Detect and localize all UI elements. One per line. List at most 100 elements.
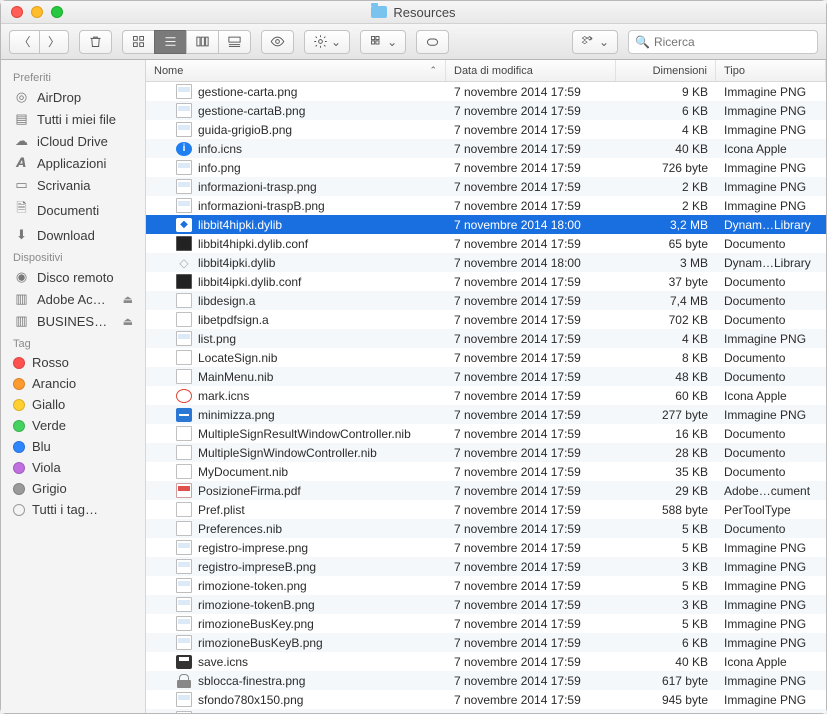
arrange-button[interactable]: ⌄ xyxy=(360,30,406,54)
sidebar-item[interactable]: ◎AirDrop xyxy=(1,86,145,108)
sidebar-item[interactable]: Rosso xyxy=(1,352,145,373)
table-row[interactable]: rimozioneBusKeyB.png7 novembre 2014 17:5… xyxy=(146,633,826,652)
table-row[interactable]: registro-imprese.png7 novembre 2014 17:5… xyxy=(146,538,826,557)
sidebar-item[interactable]: ▥BUSINES…⏏ xyxy=(1,310,145,332)
table-row[interactable]: LocateSign.nib7 novembre 2014 17:598 KBD… xyxy=(146,348,826,367)
table-row[interactable]: mark.icns7 novembre 2014 17:5960 KBIcona… xyxy=(146,386,826,405)
sidebar-item[interactable]: ▥Adobe Ac…⏏ xyxy=(1,288,145,310)
table-row[interactable]: sblocca-finestra.png7 novembre 2014 17:5… xyxy=(146,671,826,690)
file-kind: Dynam…Library xyxy=(716,218,826,232)
rows-container[interactable]: gestione-carta.png7 novembre 2014 17:599… xyxy=(146,82,826,713)
minimize-button[interactable] xyxy=(31,6,43,18)
sidebar-item[interactable]: Viola xyxy=(1,457,145,478)
table-row[interactable]: MainMenu.nib7 novembre 2014 17:5948 KBDo… xyxy=(146,367,826,386)
col-date[interactable]: Data di modifica xyxy=(446,60,616,81)
file-name: info.icns xyxy=(198,142,242,156)
dropbox-button[interactable]: ⌄ xyxy=(572,30,618,54)
table-row[interactable]: MultipleSignWindowController.nib7 novemb… xyxy=(146,443,826,462)
col-kind[interactable]: Tipo xyxy=(716,60,826,81)
table-row[interactable]: libbit4hipki.dylib.conf7 novembre 2014 1… xyxy=(146,234,826,253)
eject-icon[interactable]: ⏏ xyxy=(123,293,133,306)
table-row[interactable]: PosizioneFirma.pdf7 novembre 2014 17:592… xyxy=(146,481,826,500)
coverflow-view-button[interactable] xyxy=(218,30,251,54)
sidebar-item[interactable]: ◉Disco remoto xyxy=(1,266,145,288)
sidebar-item-label: BUSINES… xyxy=(37,314,107,329)
file-kind: Documento xyxy=(716,427,826,441)
table-row[interactable]: libdesign.a7 novembre 2014 17:597,4 MBDo… xyxy=(146,291,826,310)
sidebar-item[interactable]: Arancio xyxy=(1,373,145,394)
table-row[interactable]: guida-grigioB.png7 novembre 2014 17:594 … xyxy=(146,120,826,139)
file-icon xyxy=(176,274,192,289)
table-row[interactable]: informazioni-traspB.png7 novembre 2014 1… xyxy=(146,196,826,215)
file-size: 29 KB xyxy=(616,484,716,498)
tag-dot-icon xyxy=(13,420,25,432)
search-icon: 🔍 xyxy=(635,35,650,49)
window-controls xyxy=(11,6,63,18)
list-view-button[interactable] xyxy=(154,30,186,54)
file-size: 2 KB xyxy=(616,712,716,714)
sidebar-item[interactable]: Blu xyxy=(1,436,145,457)
file-date: 7 novembre 2014 17:59 xyxy=(446,180,616,194)
arrange-icon xyxy=(369,34,384,49)
column-view-button[interactable] xyxy=(186,30,218,54)
table-row[interactable]: MultipleSignResultWindowController.nib7 … xyxy=(146,424,826,443)
table-row[interactable]: info.png7 novembre 2014 17:59726 byteImm… xyxy=(146,158,826,177)
action-button[interactable]: ⌄ xyxy=(304,30,350,54)
table-row[interactable]: iinfo.icns7 novembre 2014 17:5940 KBIcon… xyxy=(146,139,826,158)
table-row[interactable]: gestione-carta.png7 novembre 2014 17:599… xyxy=(146,82,826,101)
sidebar-item[interactable]: Grigio xyxy=(1,478,145,499)
table-row[interactable]: registro-impreseB.png7 novembre 2014 17:… xyxy=(146,557,826,576)
sidebar-item[interactable]: ☁iCloud Drive xyxy=(1,130,145,152)
col-size[interactable]: Dimensioni xyxy=(616,60,716,81)
back-button[interactable]: 〈 xyxy=(9,30,39,54)
sidebar-item[interactable]: Tutti i tag… xyxy=(1,499,145,520)
nav-buttons: 〈 〉 xyxy=(9,30,69,54)
sidebar-item[interactable]: 𝘼Applicazioni xyxy=(1,152,145,174)
sidebar-item[interactable]: ⬇Download xyxy=(1,224,145,246)
table-row[interactable]: sfondo780x150.png7 novembre 2014 17:5994… xyxy=(146,690,826,709)
sidebar-item[interactable]: ▤Tutti i miei file xyxy=(1,108,145,130)
eject-icon[interactable]: ⏏ xyxy=(123,315,133,328)
quicklook-button[interactable] xyxy=(261,30,294,54)
file-icon xyxy=(176,502,192,517)
sidebar-item[interactable]: Giallo xyxy=(1,394,145,415)
table-row[interactable]: informazioni-trasp.png7 novembre 2014 17… xyxy=(146,177,826,196)
sidebar-item-label: Tutti i tag… xyxy=(32,502,98,517)
tag-button[interactable] xyxy=(416,30,449,54)
table-row[interactable]: libetpdfsign.a7 novembre 2014 17:59702 K… xyxy=(146,310,826,329)
file-name: rimozioneBusKeyB.png xyxy=(198,636,323,650)
table-row[interactable]: ◆libbit4hipki.dylib7 novembre 2014 18:00… xyxy=(146,215,826,234)
trash-button[interactable] xyxy=(79,30,112,54)
sidebar-section-header: Dispositivi xyxy=(1,246,145,266)
file-list: Nome⌃ Data di modifica Dimensioni Tipo g… xyxy=(146,60,826,713)
icon-view-button[interactable] xyxy=(122,30,154,54)
table-row[interactable]: minimizza.png7 novembre 2014 17:59277 by… xyxy=(146,405,826,424)
table-row[interactable]: list.png7 novembre 2014 17:594 KBImmagin… xyxy=(146,329,826,348)
table-row[interactable]: sfondo780x290.png7 novembre 2014 17:592 … xyxy=(146,709,826,713)
table-row[interactable]: rimozioneBusKey.png7 novembre 2014 17:59… xyxy=(146,614,826,633)
table-row[interactable]: rimozione-tokenB.png7 novembre 2014 17:5… xyxy=(146,595,826,614)
file-date: 7 novembre 2014 17:59 xyxy=(446,655,616,669)
table-row[interactable]: rimozione-token.png7 novembre 2014 17:59… xyxy=(146,576,826,595)
file-date: 7 novembre 2014 17:59 xyxy=(446,408,616,422)
table-row[interactable]: MyDocument.nib7 novembre 2014 17:5935 KB… xyxy=(146,462,826,481)
chevron-down-icon: ⌄ xyxy=(387,35,397,49)
table-row[interactable]: Preferences.nib7 novembre 2014 17:595 KB… xyxy=(146,519,826,538)
sidebar-item[interactable]: 🗎Documenti xyxy=(1,196,145,224)
sidebar-item[interactable]: ▭Scrivania xyxy=(1,174,145,196)
table-row[interactable]: save.icns7 novembre 2014 17:5940 KBIcona… xyxy=(146,652,826,671)
table-row[interactable]: libbit4ipki.dylib.conf7 novembre 2014 17… xyxy=(146,272,826,291)
file-size: 35 KB xyxy=(616,465,716,479)
table-row[interactable]: Pref.plist7 novembre 2014 17:59588 byteP… xyxy=(146,500,826,519)
forward-button[interactable]: 〉 xyxy=(39,30,69,54)
table-row[interactable]: ◇libbit4ipki.dylib7 novembre 2014 18:003… xyxy=(146,253,826,272)
sidebar-item[interactable]: Verde xyxy=(1,415,145,436)
search-input[interactable] xyxy=(654,35,811,49)
col-name-label: Nome xyxy=(154,65,183,77)
col-name[interactable]: Nome⌃ xyxy=(146,60,446,81)
close-button[interactable] xyxy=(11,6,23,18)
search-field[interactable]: 🔍 xyxy=(628,30,818,54)
coverflow-icon xyxy=(227,34,242,49)
zoom-button[interactable] xyxy=(51,6,63,18)
table-row[interactable]: gestione-cartaB.png7 novembre 2014 17:59… xyxy=(146,101,826,120)
